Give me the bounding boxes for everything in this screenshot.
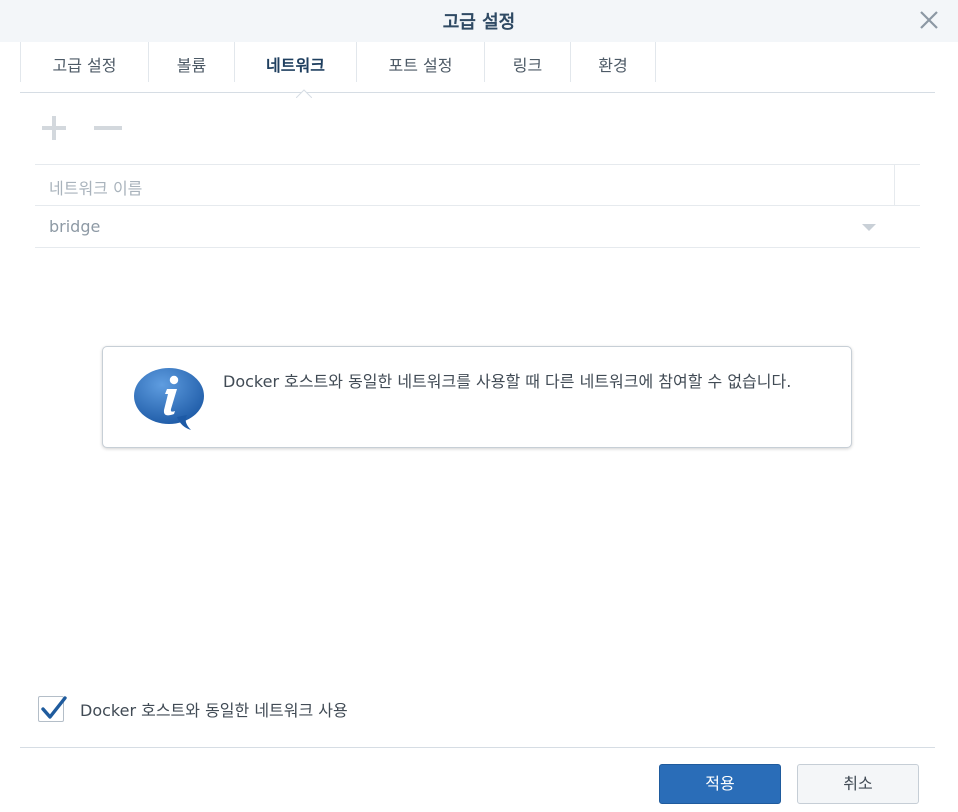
use-host-network-checkbox[interactable] [38, 696, 67, 722]
apply-button[interactable]: 적용 [659, 764, 781, 804]
tab-label: 포트 설정 [388, 56, 453, 75]
tab-volume[interactable]: 볼륨 [148, 42, 234, 82]
tab-label: 링크 [512, 56, 543, 75]
network-grid: 네트워크 이름 bridge [35, 164, 920, 248]
tab-port-settings[interactable]: 포트 설정 [356, 42, 484, 82]
info-icon [133, 367, 207, 433]
tab-links[interactable]: 링크 [484, 42, 570, 82]
remove-network-button[interactable] [92, 116, 124, 144]
network-name-cell: bridge [49, 217, 101, 236]
tab-label: 환경 [598, 56, 628, 75]
column-separator [894, 165, 895, 206]
info-message-box: Docker 호스트와 동일한 네트워크를 사용할 때 다른 네트워크에 참여할… [102, 346, 852, 448]
tab-label: 네트워크 [266, 56, 325, 75]
close-icon[interactable] [918, 9, 940, 31]
dialog-titlebar: 고급 설정 [0, 0, 958, 42]
dialog-title: 고급 설정 [442, 12, 516, 33]
use-host-network-label: Docker 호스트와 동일한 네트워크 사용 [80, 701, 348, 720]
table-row[interactable]: bridge [35, 206, 920, 248]
footer-divider [20, 747, 935, 748]
tab-label: 볼륨 [176, 56, 207, 75]
add-network-button[interactable] [38, 116, 70, 144]
column-header-network-name[interactable]: 네트워크 이름 [49, 175, 142, 199]
tab-label: 고급 설정 [52, 56, 117, 75]
info-message-text: Docker 호스트와 동일한 네트워크를 사용할 때 다른 네트워크에 참여할… [223, 372, 792, 391]
tab-advanced-settings[interactable]: 고급 설정 [20, 42, 148, 82]
minus-icon [92, 114, 124, 146]
checkmark-icon [41, 696, 67, 719]
grid-header: 네트워크 이름 [35, 164, 920, 206]
use-host-network-option[interactable]: Docker 호스트와 동일한 네트워크 사용 [38, 696, 348, 722]
network-toolbar [38, 116, 124, 146]
tab-bar: 고급 설정 볼륨 네트워크 포트 설정 링크 환경 [20, 42, 935, 98]
plus-icon [38, 114, 70, 146]
cancel-button[interactable]: 취소 [797, 764, 919, 804]
tab-network[interactable]: 네트워크 [234, 42, 356, 98]
chevron-down-icon[interactable] [862, 224, 876, 231]
tab-environment[interactable]: 환경 [570, 42, 656, 82]
